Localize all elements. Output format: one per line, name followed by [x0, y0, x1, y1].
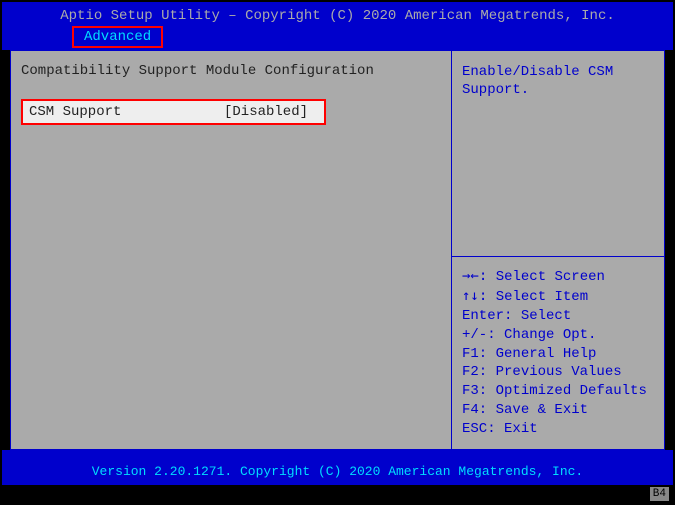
tab-row: Advanced — [12, 24, 663, 48]
hint-defaults: F3: Optimized Defaults — [462, 382, 654, 401]
footer-text: Version 2.20.1271. Copyright (C) 2020 Am… — [92, 464, 583, 479]
settings-panel: Compatibility Support Module Configurati… — [11, 51, 452, 449]
option-label: CSM Support — [29, 104, 224, 120]
hint-previous: F2: Previous Values — [462, 363, 654, 382]
hint-change: +/-: Change Opt. — [462, 326, 654, 345]
option-value: [Disabled] — [224, 104, 308, 120]
header-title: Aptio Setup Utility – Copyright (C) 2020… — [12, 8, 663, 24]
tab-advanced[interactable]: Advanced — [72, 26, 163, 48]
hint-select-item: ↑↓: Select Item — [462, 287, 654, 307]
hint-exit: ESC: Exit — [462, 420, 654, 439]
help-text: Enable/Disable CSM Support. — [452, 51, 664, 257]
help-panel: Enable/Disable CSM Support. →←: Select S… — [452, 51, 664, 449]
main-area: Compatibility Support Module Configurati… — [10, 50, 665, 450]
section-title: Compatibility Support Module Configurati… — [21, 63, 441, 79]
hint-save: F4: Save & Exit — [462, 401, 654, 420]
csm-support-option[interactable]: CSM Support [Disabled] — [21, 99, 326, 125]
bios-header: Aptio Setup Utility – Copyright (C) 2020… — [2, 2, 673, 50]
key-hints: →←: Select Screen ↑↓: Select Item Enter:… — [452, 257, 664, 449]
bios-footer: Version 2.20.1271. Copyright (C) 2020 Am… — [2, 450, 673, 485]
hint-select: Enter: Select — [462, 307, 654, 326]
corner-badge: B4 — [650, 487, 669, 501]
hint-help: F1: General Help — [462, 345, 654, 364]
hint-select-screen: →←: Select Screen — [462, 267, 654, 287]
